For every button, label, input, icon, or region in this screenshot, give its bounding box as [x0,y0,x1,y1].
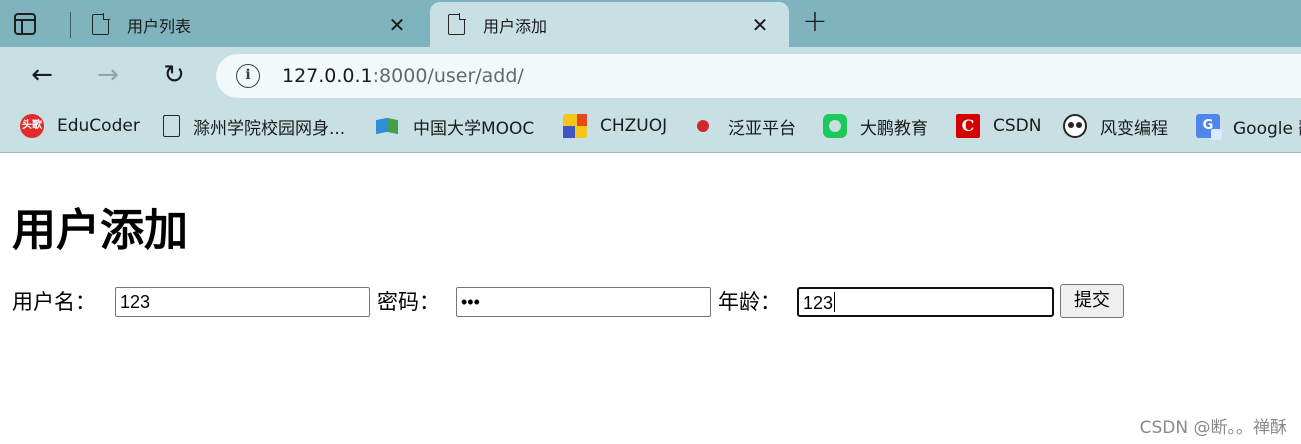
educoder-icon: 头歌 [20,114,44,138]
bookmark-label: CSDN [993,116,1042,136]
tab-actions-button[interactable] [14,12,58,36]
username-input[interactable]: 123 [115,287,370,317]
panda-icon [1063,114,1087,138]
bookmark-label: 风变编程 [1100,118,1168,139]
bookmark-label: CHZUOJ [600,116,668,136]
user-add-form: 用户名： 123 密码： ••• 年龄： 123 提交 [12,283,1292,319]
url-host: 127.0.0.1 [282,65,373,87]
bookmark-label: Google 翻 [1233,118,1301,139]
password-label: 密码： [377,290,440,314]
bookmark-label: 大鹏教育 [860,118,928,139]
address-bar[interactable]: i 127.0.0.1:8000/user/add/ [216,54,1301,98]
csdn-watermark: CSDN @断。。禅酥 [1139,418,1287,438]
age-value: 123 [803,293,834,313]
submit-button[interactable]: 提交 [1060,284,1124,318]
document-icon [163,115,180,137]
bookmark-chzuoj[interactable]: CHZUOJ [563,106,667,146]
bookmark-label: EduCoder [57,116,140,136]
fanya-icon [691,114,715,138]
bookmark-mooc[interactable]: 中国大学MOOC [376,106,534,146]
tab-user-list[interactable]: 用户列表 ✕ [74,2,426,47]
url-text[interactable]: 127.0.0.1:8000/user/add/ [282,65,524,87]
tab-strip: 用户列表 ✕ 用户添加 ✕ + [0,0,1301,47]
google-translate-icon: G [1196,114,1222,140]
bookmark-google-translate[interactable]: G Google 翻 [1196,106,1301,146]
forward-button[interactable]: → [92,60,124,92]
page-icon [448,13,466,35]
page-icon [92,13,110,35]
csdn-icon: C [956,114,980,138]
browser-toolbar: ← → ↻ i 127.0.0.1:8000/user/add/ [0,47,1301,106]
tab-title: 用户列表 [127,16,192,36]
bookmark-dapeng[interactable]: 大鹏教育 [823,106,928,146]
bookmark-educoder[interactable]: 头歌 EduCoder [20,106,140,146]
dapeng-icon [823,114,847,138]
bookmark-csdn[interactable]: C CSDN [956,106,1041,146]
bookmarks-bar: 头歌 EduCoder 滁州学院校园网身... 中国大学MOOC CHZUOJ … [0,106,1301,153]
bookmark-label: 滁州学院校园网身... [193,118,346,139]
back-button[interactable]: ← [26,60,58,92]
close-icon[interactable]: ✕ [386,14,408,36]
new-tab-button[interactable]: + [801,7,829,37]
page-title: 用户添加 [12,205,188,256]
text-caret [834,292,836,312]
bookmark-label: 泛亚平台 [728,118,796,139]
chzuoj-icon [563,114,587,138]
username-label: 用户名： [12,290,96,314]
url-path: :8000/user/add/ [372,65,524,87]
close-icon[interactable]: ✕ [749,14,771,36]
tab-user-add[interactable]: 用户添加 ✕ [430,2,789,47]
bookmark-fanya[interactable]: 泛亚平台 [691,106,796,146]
tab-title: 用户添加 [483,16,548,36]
tab-separator [70,12,71,38]
bookmark-fengbian[interactable]: 风变编程 [1063,106,1168,146]
bookmark-label: 中国大学MOOC [413,118,535,139]
bookmark-chuzhou-network[interactable]: 滁州学院校园网身... [163,106,345,146]
age-label: 年龄： [718,290,781,314]
tab-actions-icon [14,13,36,35]
mooc-icon [376,114,400,138]
password-input[interactable]: ••• [456,287,711,317]
reload-button[interactable]: ↻ [158,60,190,92]
age-input[interactable]: 123 [797,287,1054,317]
info-icon[interactable]: i [236,64,260,88]
